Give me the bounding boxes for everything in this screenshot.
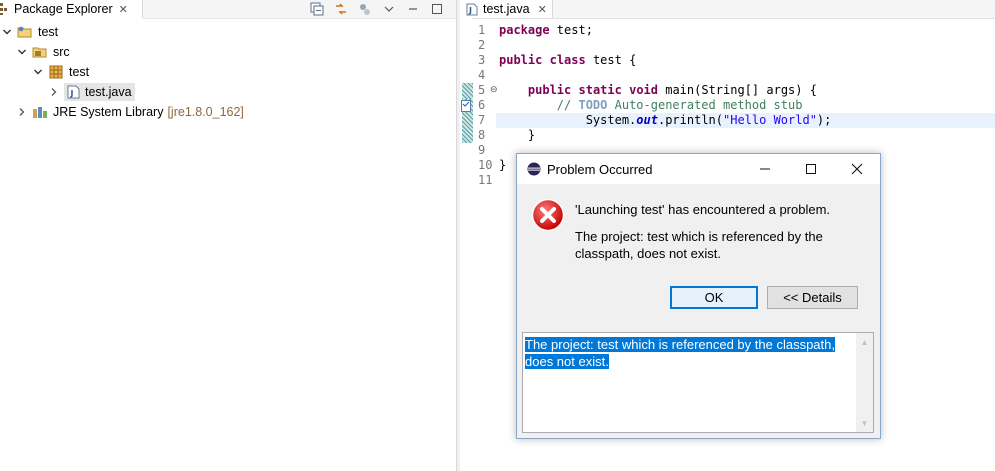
keyword: public [499,53,543,67]
scroll-down-icon[interactable]: ▼ [856,416,873,430]
package-explorer-tabbar: Package Explorer ✕ [0,0,456,19]
dialog-title-bar[interactable]: Problem Occurred [517,154,880,184]
comment: // [556,98,579,112]
tree-item-src[interactable]: src [17,42,70,62]
code-line-3: public class test { [499,53,636,68]
tree-item-test-java[interactable]: J test.java [49,82,135,102]
minimize-button[interactable] [742,154,788,184]
code-text: test { [585,53,637,67]
java-file-icon: J [466,3,478,16]
line-number: 6 [478,98,486,112]
keyword: public [527,83,572,97]
view-toolbar [310,0,444,18]
code-line-5: public static void main(String[] args) { [499,83,817,98]
code-text: } [527,128,536,142]
keyword: class [549,53,586,67]
chevron-down-icon[interactable] [2,27,12,37]
error-icon [531,198,565,232]
line-number-ruler: 1 2 3 4 5 ⊖ 6 7 8 9 10 11 [472,18,498,471]
maximize-view-icon[interactable] [430,2,444,16]
error-message: 'Launching test' has encountered a probl… [575,202,831,217]
code-line-8: } [499,128,535,143]
editor-tab-label: test.java [483,2,530,16]
todo-tag: TODO [578,98,608,112]
minimize-view-icon[interactable] [406,2,420,16]
tree-item-package-test[interactable]: test [33,62,89,82]
dialog-title: Problem Occurred [547,161,653,177]
line-number: 11 [478,173,493,187]
line-number: 3 [478,53,486,67]
line-number: 4 [478,68,486,82]
details-scrollbar[interactable]: ▲ ▼ [856,333,873,432]
tree-item-label: src [53,45,70,59]
close-icon[interactable]: ✕ [119,3,128,16]
jre-version-label: [jre1.8.0_162] [167,105,244,119]
package-explorer-tab[interactable]: Package Explorer ✕ [0,0,143,18]
line-number: 10 [478,158,493,172]
task-icon [461,100,471,112]
selected-text: The project: test which is referenced by… [525,337,835,369]
annotation-ruler [460,18,473,471]
details-button[interactable]: << Details [767,286,858,309]
keyword: package [499,23,550,37]
view-menu-icon[interactable] [382,2,396,16]
java-file-icon: J [67,85,80,99]
library-icon [32,105,48,119]
java-project-icon [17,25,33,39]
code-line-1: package test; [499,23,593,38]
tree-item-project-test[interactable]: test [2,22,58,42]
code-line-10: } [499,158,506,173]
line-number: 8 [478,128,486,142]
focus-icon[interactable] [358,2,372,16]
tree-item-label: test [38,25,59,39]
problem-occurred-dialog: Problem Occurred 'Launching test' has en… [516,153,881,439]
close-button[interactable] [834,154,880,184]
line-number: 7 [478,113,486,127]
scroll-up-icon[interactable]: ▲ [856,335,873,349]
package-icon [48,65,64,79]
package-explorer-view: Package Explorer ✕ test src test J test.… [0,0,456,471]
details-text-area[interactable]: The project: test which is referenced by… [522,332,874,433]
line-number: 9 [478,143,486,157]
editor-tabbar: J test.java ✕ [460,0,995,19]
source-folder-icon [32,45,48,59]
code-line-6: // TODO Auto-generated method stub [499,98,803,113]
close-icon[interactable]: ✕ [538,3,547,16]
package-explorer-tab-label: Package Explorer [14,2,113,16]
error-detail-message: The project: test which is referenced by… [575,229,823,261]
chevron-down-icon[interactable] [17,47,27,57]
string-literal: "Hello World" [723,113,817,127]
tree-item-label: test [69,65,90,79]
tree-item-label: test.java [85,85,132,99]
maximize-button[interactable] [788,154,834,184]
code-text: test; [549,23,593,37]
svg-text:J: J [70,89,74,98]
svg-text:J: J [468,6,472,15]
code-text: ); [816,113,832,127]
selected-tree-item[interactable]: J test.java [64,83,135,101]
code-line-7: System.out.println("Hello World"); [499,113,832,128]
collapse-all-icon[interactable] [310,2,324,16]
code-text: .println( [657,113,723,127]
ok-button[interactable]: OK [670,286,758,309]
line-number: 2 [478,38,486,52]
package-explorer-icon [0,3,8,15]
eclipse-icon [527,162,541,176]
chevron-right-icon[interactable] [49,87,59,97]
keyword: void [629,83,658,97]
chevron-right-icon[interactable] [17,107,27,117]
code-text: } [499,158,507,172]
link-with-editor-icon[interactable] [334,2,348,16]
code-text: main(String[] args) { [658,83,817,97]
editor-tab-test-java[interactable]: J test.java ✕ [460,0,553,18]
keyword: static [578,83,622,97]
code-text: System. [585,113,637,127]
comment: Auto-generated method stub [607,98,803,112]
chevron-down-icon[interactable] [33,67,43,77]
details-text: The project: test which is referenced by… [525,336,855,370]
line-number: 1 [478,23,486,37]
tree-item-label: JRE System Library [53,105,164,119]
static-field: out [636,113,658,127]
tree-item-jre-system-library[interactable]: JRE System Library [jre1.8.0_162] [17,102,244,122]
